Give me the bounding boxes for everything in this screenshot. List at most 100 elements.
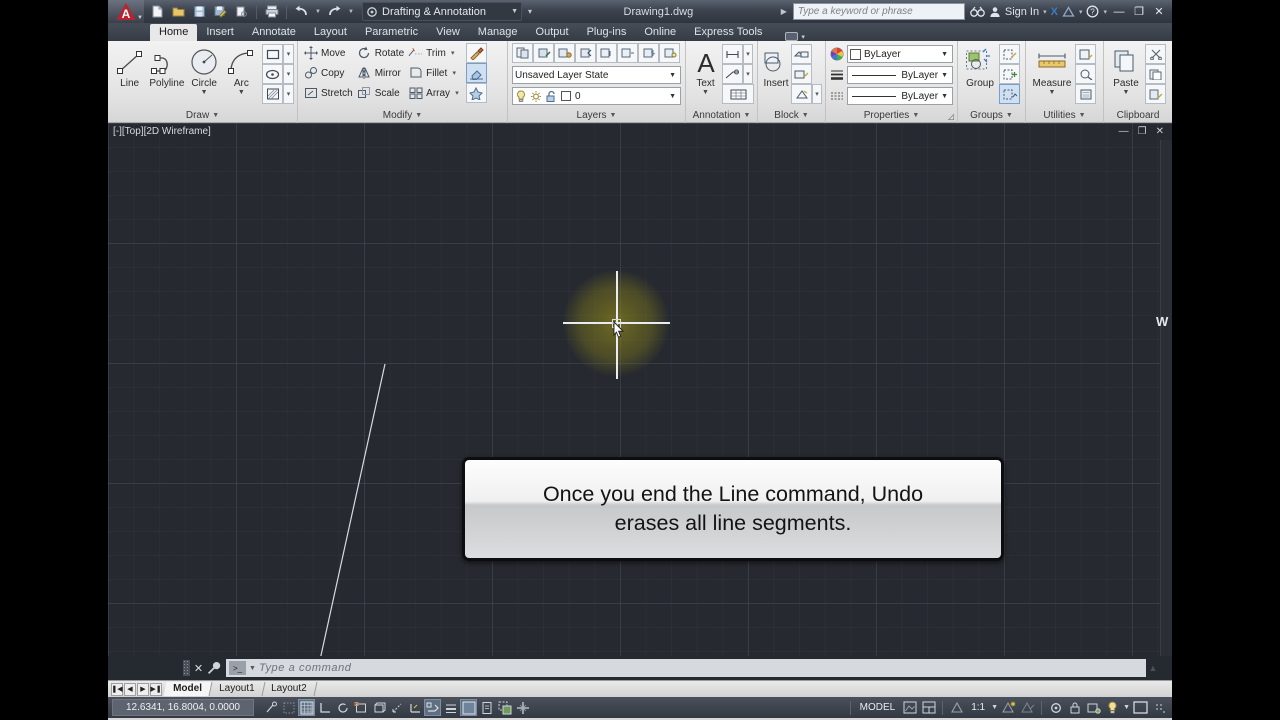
layer-off-icon[interactable] [659, 43, 680, 63]
viewport-label[interactable]: [-][Top][2D Wireframe] [108, 126, 211, 137]
annotation-scale-value[interactable]: 1:1 [967, 702, 989, 713]
layer-freeze-icon[interactable] [638, 43, 659, 63]
tab-output[interactable]: Output [527, 24, 578, 41]
plot-icon[interactable] [262, 2, 281, 21]
application-menu-button[interactable]: A ▼ [108, 0, 144, 23]
modify-trim-button[interactable]: Trim ▾ [406, 43, 463, 63]
qat-overflow-icon[interactable]: ▾ [524, 2, 536, 21]
command-expand-icon[interactable]: ▲ [1146, 663, 1160, 673]
panel-draw-title[interactable]: Draw ▼ [108, 108, 297, 123]
chevron-down-icon[interactable]: ▼ [702, 89, 709, 96]
layout-tab-layout2[interactable]: Layout2 [261, 682, 318, 696]
leader-icon[interactable] [722, 64, 743, 84]
modify-stretch-button[interactable]: Stretch [301, 83, 355, 103]
redo-icon[interactable] [325, 2, 344, 21]
undo-icon[interactable] [292, 2, 311, 21]
tab-online[interactable]: Online [635, 24, 685, 41]
search-icon[interactable] [970, 6, 985, 18]
hatch-dropdown-icon[interactable]: ▾ [283, 84, 294, 104]
chevron-down-icon[interactable]: ▼ [1123, 704, 1130, 711]
fillet-dropdown-icon[interactable]: ▾ [450, 69, 458, 77]
unlock-icon[interactable] [545, 90, 557, 103]
tab-insert[interactable]: Insert [197, 24, 243, 41]
command-input[interactable]: >_ ▼ Type a command [226, 659, 1146, 677]
rectangle-icon[interactable] [262, 44, 283, 64]
table-icon[interactable] [722, 84, 754, 104]
define-attributes-icon[interactable] [791, 84, 812, 104]
lock-toolbars-icon[interactable] [1066, 699, 1083, 716]
modify-array-button[interactable]: Array ▾ [406, 83, 463, 103]
draw-circle-button[interactable]: Circle ▼ [186, 44, 223, 96]
tab-express-tools[interactable]: Express Tools [685, 24, 771, 41]
lineweight-display-icon[interactable] [442, 699, 459, 716]
create-block-icon[interactable] [791, 44, 812, 64]
layer-previous-icon[interactable] [575, 43, 596, 63]
lightbulb-icon[interactable] [515, 89, 527, 103]
viewport-minimize-button[interactable]: — [1119, 126, 1129, 137]
panel-utilities-title[interactable]: Utilities ▼ [1026, 108, 1103, 123]
lightbulb-status-icon[interactable] [1104, 699, 1121, 716]
chevron-down-icon[interactable]: ▼ [1049, 89, 1056, 96]
layer-unisolate-icon[interactable] [617, 43, 638, 63]
ucs-status-icon[interactable] [406, 699, 423, 716]
annotation-text-button[interactable]: A Text ▼ [689, 44, 722, 96]
explode-icon[interactable] [466, 83, 488, 103]
3d-object-snap-icon[interactable] [370, 699, 387, 716]
modify-fillet-button[interactable]: Fillet ▾ [406, 63, 463, 83]
layer-properties-icon[interactable] [512, 43, 533, 63]
layout-prev-button[interactable]: ◀ [124, 682, 136, 696]
tab-annotate[interactable]: Annotate [243, 24, 305, 41]
selection-cycling-icon[interactable] [496, 699, 513, 716]
tab-plugins[interactable]: Plug-ins [578, 24, 636, 41]
open-icon[interactable] [169, 2, 188, 21]
panel-properties-title[interactable]: Properties ▼ [826, 108, 957, 123]
layout-last-button[interactable]: ▶❚ [150, 682, 162, 696]
tab-layout[interactable]: Layout [305, 24, 356, 41]
panel-groups-title[interactable]: Groups ▼ [958, 108, 1025, 123]
calculator-icon[interactable] [1075, 84, 1096, 104]
layer-make-current-icon[interactable] [533, 43, 554, 63]
ellipse-icon[interactable] [262, 64, 283, 84]
ribbon-minimize-control[interactable]: ▾ [785, 32, 805, 41]
plot-preview-icon[interactable] [232, 2, 251, 21]
tab-view[interactable]: View [427, 24, 469, 41]
transparency-icon[interactable] [460, 699, 477, 716]
match-properties-icon[interactable] [466, 43, 488, 63]
chevron-down-icon[interactable]: ▼ [238, 89, 245, 96]
quick-select-icon[interactable] [1075, 44, 1096, 64]
panel-modify-title[interactable]: Modify ▼ [298, 108, 507, 123]
modify-move-button[interactable]: Move [301, 43, 355, 63]
autodesk-exchange-icon[interactable]: X [1051, 6, 1058, 18]
layer-isolate-icon[interactable] [596, 43, 617, 63]
object-snap-tracking-icon[interactable] [388, 699, 405, 716]
tab-parametric[interactable]: Parametric [356, 24, 427, 41]
sign-in-dropdown-icon[interactable]: ▾ [1043, 8, 1047, 16]
snap-mode-icon[interactable] [280, 699, 297, 716]
layout-tab-model[interactable]: Model [163, 682, 213, 696]
chevron-down-icon[interactable]: ▼ [1123, 89, 1130, 96]
block-dropdown-icon[interactable]: ▾ [812, 84, 822, 104]
trim-dropdown-icon[interactable]: ▾ [449, 49, 457, 57]
coordinate-display[interactable]: 12.6341, 16.8004, 0.0000 [112, 699, 254, 716]
layout-tab-layout1[interactable]: Layout1 [209, 682, 265, 696]
draw-polyline-button[interactable]: Polyline [148, 44, 185, 89]
chevron-down-icon[interactable]: ▼ [991, 704, 998, 711]
group-selection-on-icon[interactable] [999, 84, 1020, 104]
ellipse-dropdown-icon[interactable]: ▾ [283, 64, 294, 84]
draw-arc-button[interactable]: Arc ▼ [223, 44, 260, 96]
autodesk-360-icon[interactable] [1062, 5, 1075, 18]
document-menu-icon[interactable]: ▶ [781, 7, 793, 16]
rectangle-dropdown-icon[interactable]: ▾ [283, 44, 294, 64]
quick-calc-icon[interactable] [1075, 64, 1096, 84]
model-space-icon[interactable] [901, 699, 918, 716]
grid-display-icon[interactable] [298, 699, 315, 716]
panel-layers-title[interactable]: Layers ▼ [508, 108, 685, 123]
dimension-dropdown-icon[interactable]: ▾ [743, 44, 753, 64]
viewcube-west-label[interactable]: W [1156, 314, 1168, 329]
draw-line-button[interactable]: Line [111, 44, 148, 89]
workspace-gear-icon[interactable] [1047, 699, 1064, 716]
command-line[interactable]: ✕ >_ ▼ Type a command ▲ [183, 659, 1160, 677]
clipboard-paste-button[interactable]: Paste ▼ [1107, 44, 1145, 96]
paste-special-icon[interactable] [1145, 84, 1166, 104]
canvas-vertical-scrollbar[interactable] [1160, 140, 1172, 656]
